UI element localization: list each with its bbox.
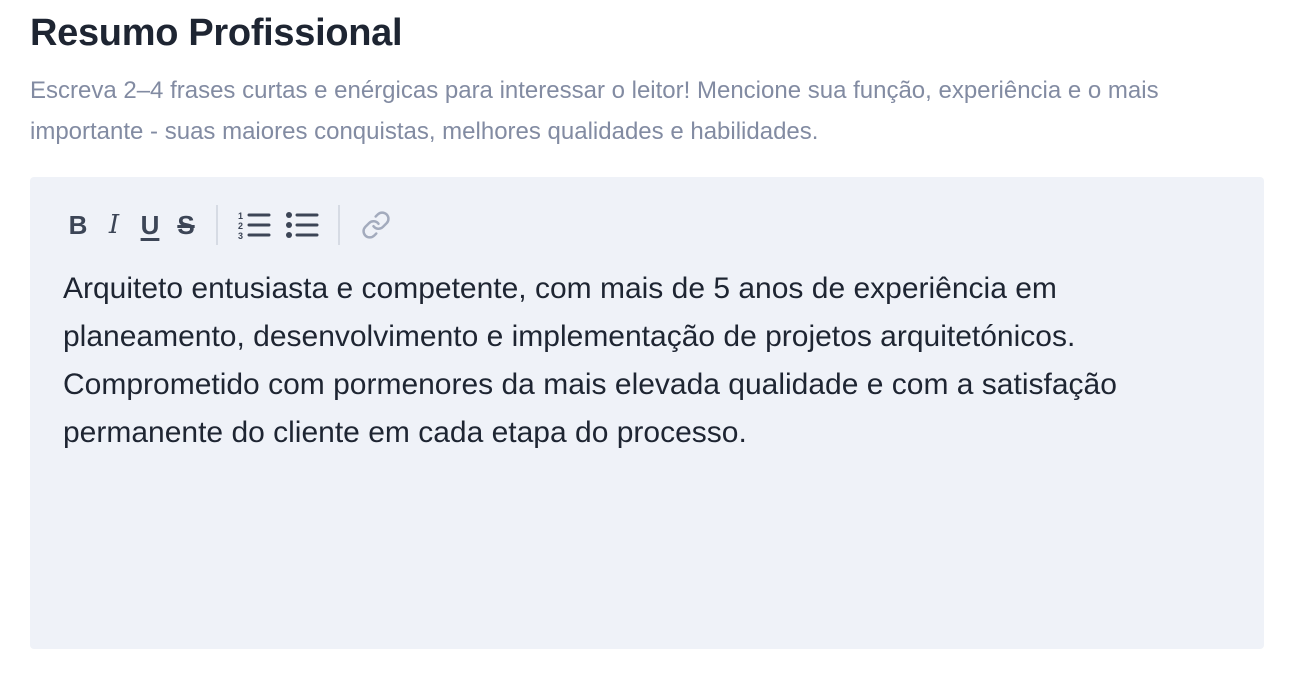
ordered-list-icon: 1 2 3 xyxy=(238,211,271,240)
strikethrough-button[interactable]: S xyxy=(168,203,204,247)
italic-icon: I xyxy=(108,210,120,240)
toolbar-divider xyxy=(338,205,340,245)
link-button[interactable] xyxy=(352,203,400,247)
italic-button[interactable]: I xyxy=(96,203,132,247)
editor-toolbar: B I U S 1 2 3 xyxy=(60,203,400,247)
toolbar-divider xyxy=(216,205,218,245)
section-title: Resumo Profissional xyxy=(30,12,403,54)
underline-icon: U xyxy=(140,210,160,240)
link-icon xyxy=(362,211,390,239)
summary-text-area[interactable]: Arquiteto entusiasta e competente, com m… xyxy=(63,265,1243,457)
bullet-list-button[interactable] xyxy=(278,203,326,247)
ordered-list-button[interactable]: 1 2 3 xyxy=(230,203,278,247)
rich-text-editor: B I U S 1 2 3 Arquiteto entusiasta e com… xyxy=(30,177,1264,649)
strikethrough-icon: S xyxy=(177,210,195,240)
svg-text:3: 3 xyxy=(238,231,243,240)
svg-text:1: 1 xyxy=(238,211,243,221)
summary-section: Resumo Profissional Escreva 2–4 frases c… xyxy=(30,0,1264,152)
underline-button[interactable]: U xyxy=(132,203,168,247)
section-hint: Escreva 2–4 frases curtas e enérgicas pa… xyxy=(30,77,1159,145)
bold-button[interactable]: B xyxy=(60,203,96,247)
bold-icon: B xyxy=(68,210,88,240)
svg-text:2: 2 xyxy=(238,221,243,231)
bullet-list-icon xyxy=(286,212,319,238)
